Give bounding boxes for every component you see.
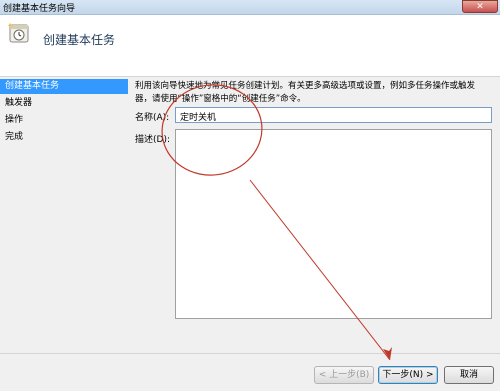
wizard-header: 创建基本任务 xyxy=(0,15,500,75)
cancel-button[interactable]: 取消 xyxy=(444,366,494,384)
wizard-description: 利用该向导快速地为常见任务创建计划。有关更多高级选项或设置，例如多任务操作或触发… xyxy=(135,80,495,106)
name-label: 名称(A): xyxy=(135,113,170,123)
back-button[interactable]: < 上一步(B) xyxy=(314,366,374,384)
wizard-body: 创建基本任务 触发器 操作 完成 利用该向导快速地为常见任务创建计划。有关更多高… xyxy=(0,76,500,391)
task-clock-icon xyxy=(8,23,29,43)
description-line-2: 器，请使用“操作”窗格中的“创建任务”命令。 xyxy=(135,94,306,104)
description-field[interactable] xyxy=(175,129,492,319)
step-trigger[interactable]: 触发器 xyxy=(0,96,128,111)
step-finish[interactable]: 完成 xyxy=(0,130,128,145)
next-button[interactable]: 下一步(N) > xyxy=(378,366,438,384)
description-label: 描述(D): xyxy=(135,135,170,145)
step-action[interactable]: 操作 xyxy=(0,113,128,128)
name-field-value: 定时关机 xyxy=(180,113,217,123)
close-icon: ✕ xyxy=(476,2,484,12)
step-create-basic-task[interactable]: 创建基本任务 xyxy=(0,79,128,94)
footer-divider xyxy=(0,353,500,354)
close-button[interactable]: ✕ xyxy=(462,0,498,13)
description-line-1: 利用该向导快速地为常见任务创建计划。有关更多高级选项或设置，例如多任务操作或触发 xyxy=(135,81,476,91)
window-title: 创建基本任务向导 xyxy=(3,4,76,14)
title-bar: 创建基本任务向导 ✕ xyxy=(0,0,500,15)
wizard-step-list: 创建基本任务 触发器 操作 完成 xyxy=(0,77,130,357)
name-field[interactable]: 定时关机 xyxy=(175,107,492,123)
page-title: 创建基本任务 xyxy=(43,33,116,47)
